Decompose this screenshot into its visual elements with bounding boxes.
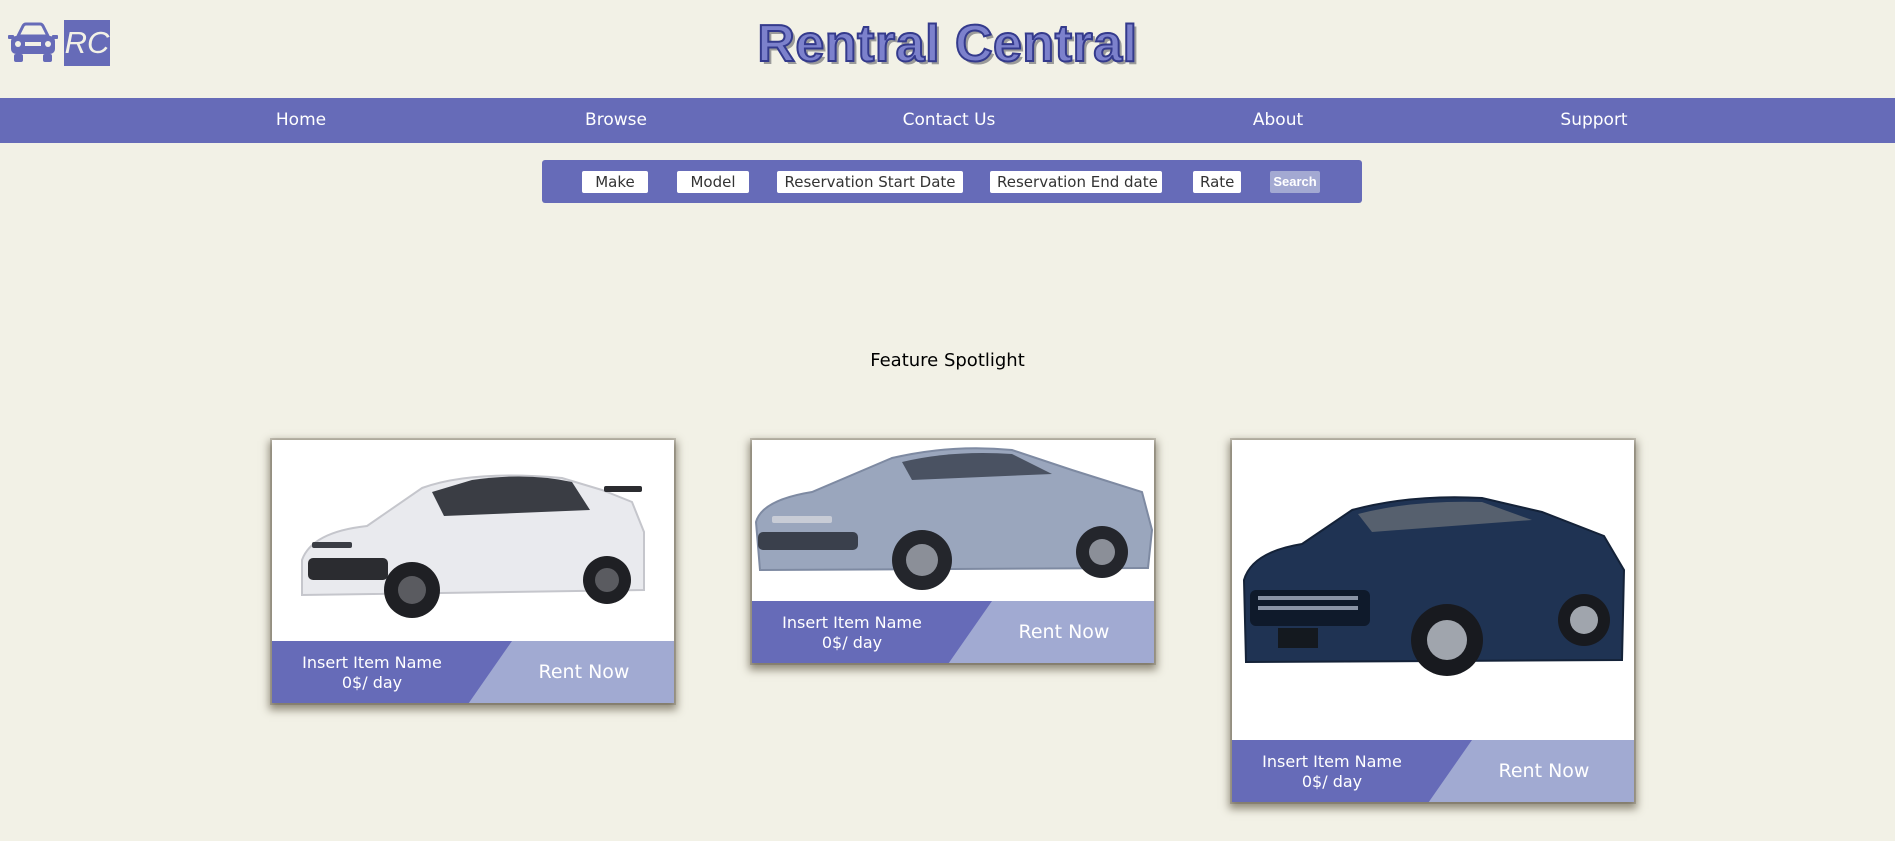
card-item-name-3: Insert Item Name xyxy=(1262,752,1402,771)
make-input[interactable]: Make xyxy=(582,171,648,193)
nav-about[interactable]: About xyxy=(1253,98,1303,143)
card-item-name-2: Insert Item Name xyxy=(782,613,922,632)
nav-home[interactable]: Home xyxy=(276,98,326,143)
search-button[interactable]: Search xyxy=(1270,171,1320,193)
card-item-price-1: 0$/ day xyxy=(341,673,403,692)
car-image-3 xyxy=(1232,440,1634,740)
card-item-price-3: 0$/ day xyxy=(1301,772,1363,791)
spotlight-title: Feature Spotlight xyxy=(870,350,1025,371)
rent-now-button-3[interactable]: Rent Now xyxy=(1454,740,1634,802)
brand-title: Rentral Central xyxy=(756,14,1138,74)
main-nav: Home Browse Contact Us About Support xyxy=(0,98,1895,143)
car-image-1 xyxy=(272,440,674,641)
card-item-info-3: Insert Item Name 0$/ day xyxy=(1232,752,1432,792)
nav-contact-us[interactable]: Contact Us xyxy=(903,98,996,143)
card-item-name-1: Insert Item Name xyxy=(302,653,442,672)
card-footer-2: Insert Item Name 0$/ day Rent Now xyxy=(752,601,1154,663)
rent-now-button-1[interactable]: Rent Now xyxy=(494,641,674,703)
end-date-input[interactable]: Reservation End date xyxy=(990,171,1162,193)
card-footer-3: Insert Item Name 0$/ day Rent Now xyxy=(1232,740,1634,802)
spotlight-card-1[interactable]: Insert Item Name 0$/ day Rent Now xyxy=(272,440,674,703)
start-date-input[interactable]: Reservation Start Date xyxy=(777,171,963,193)
card-item-price-2: 0$/ day xyxy=(821,633,883,652)
card-item-info-1: Insert Item Name 0$/ day xyxy=(272,653,472,693)
nav-support[interactable]: Support xyxy=(1560,98,1627,143)
nav-browse[interactable]: Browse xyxy=(585,98,647,143)
spotlight-card-2[interactable]: Insert Item Name 0$/ day Rent Now xyxy=(752,440,1154,663)
card-item-info-2: Insert Item Name 0$/ day xyxy=(752,613,952,653)
search-bar: Make Model Reservation Start Date Reserv… xyxy=(542,160,1362,203)
spotlight-card-3[interactable]: Insert Item Name 0$/ day Rent Now xyxy=(1232,440,1634,802)
card-footer-1: Insert Item Name 0$/ day Rent Now xyxy=(272,641,674,703)
model-input[interactable]: Model xyxy=(677,171,749,193)
rate-input[interactable]: Rate xyxy=(1193,171,1241,193)
car-image-2 xyxy=(752,440,1154,601)
rent-now-button-2[interactable]: Rent Now xyxy=(974,601,1154,663)
